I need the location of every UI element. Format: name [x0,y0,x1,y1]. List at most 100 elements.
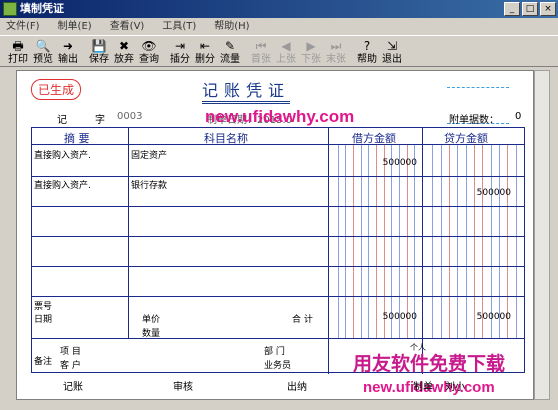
amount-ruling [457,145,459,338]
menu-tools[interactable]: 工具(T) [162,18,196,35]
toolbar-button-14[interactable]: ⇲ 退出 [380,36,404,66]
sign-audit: 审核 [173,382,193,393]
toolbar-button-11[interactable]: ▶ 下张 [299,36,323,66]
toolbar-button-1[interactable]: 🔍 预览 [31,36,55,66]
amount-ruling [368,145,370,338]
first-icon: ⏮ [255,39,267,53]
amount-ruling [360,145,362,338]
delete-line-icon: ⇤ [199,39,211,53]
toolbar-label: 预览 [33,54,53,65]
toolbar-label: 插分 [170,54,190,65]
toolbar-button-2[interactable]: ➜ 输出 [56,36,80,66]
attach-count[interactable]: 0 [515,111,521,122]
maximize-button[interactable]: □ [522,2,538,16]
binoculars-icon: 👁 [141,39,157,53]
toolbar-label: 首张 [251,54,271,65]
toolbar-label: 输出 [58,54,78,65]
toolbar-button-4[interactable]: ✖ 放弃 [112,36,136,66]
amount-ruling [399,145,400,338]
quantity-label: 数量 [142,329,161,339]
salesman-label: 业务员 [264,361,292,371]
vertical-scrollbar[interactable] [534,70,550,400]
divider [447,87,509,88]
toolbar-label: 上张 [276,54,296,65]
window-titlebar: 填制凭证 _ □ × [0,0,558,18]
amount-ruling [482,145,484,338]
toolbar-button-9[interactable]: ⏮ 首张 [249,36,273,66]
menu-file[interactable]: 文件(F) [6,18,40,35]
menu-view[interactable]: 查看(V) [110,18,145,35]
watermark: 用友软件免费下载 [353,354,506,375]
amount-ruling [376,145,377,338]
printer-icon: 🖶 [12,39,24,53]
toolbar-label: 删分 [195,54,215,65]
toolbar-button-7[interactable]: ⇤ 删分 [193,36,217,66]
voucher-document: 已生成 记账凭证 记 字 0003 制单日期：2015.0 附单据数： 0 ne… [16,70,534,400]
amount-ruling [432,145,434,338]
row2-credit[interactable]: 500000 [426,188,511,198]
amount-ruling [465,145,467,338]
row2-subject[interactable]: 银行存款 [131,178,167,191]
prev-icon: ◀ [281,39,291,53]
toolbar: 🖶 打印 🔍 预览 ➜ 输出 💾 保存 ✖ 放弃 👁 查询 ⇥ 插分 ⇤ 删分 ✎ 流量 ⏮ 首张 ◀ 上张 ▶ 下张 ⏭ 末张?… [0,35,558,67]
insert-line-icon: ⇥ [174,39,186,53]
close-button[interactable]: × [540,2,556,16]
toolbar-label: 保存 [89,54,109,65]
toolbar-button-12[interactable]: ⏭ 末张 [324,36,348,66]
discard-icon: ✖ [118,39,130,53]
row1-subject[interactable]: 固定资产 [131,148,167,161]
toolbar-label: 末张 [326,54,346,65]
header-credit: 贷方金额 [444,132,488,145]
sign-cashier: 出纳 [287,382,307,393]
flow-icon: ✎ [224,39,236,53]
menu-voucher[interactable]: 制单(E) [58,18,92,35]
toolbar-button-10[interactable]: ◀ 上张 [274,36,298,66]
generated-stamp: 已生成 [31,79,82,100]
total-debit: 500000 [382,312,417,322]
amount-ruling [345,145,347,338]
customer-label: 客 户 [60,361,81,371]
amount-ruling [353,145,354,338]
divider [32,338,524,339]
attach-label: 附单据数： [449,115,499,126]
menu-help[interactable]: 帮助(H) [214,18,249,35]
next-icon: ▶ [306,39,316,53]
preview-icon: 🔍 [35,39,51,53]
amount-ruling [414,145,416,338]
voucher-number[interactable]: 0003 [117,111,142,122]
divider [32,206,524,207]
help-icon: ? [363,39,371,53]
bill-no-label: 票号 [34,302,53,312]
toolbar-label: 查询 [139,54,159,65]
toolbar-button-6[interactable]: ⇥ 插分 [168,36,192,66]
maker-name: 刘小 [445,382,465,393]
voucher-title: 记账凭证 [202,77,291,104]
amount-ruling [440,145,442,338]
toolbar-button-13[interactable]: ? 帮助 [355,36,379,66]
toolbar-button-3[interactable]: 💾 保存 [87,36,111,66]
bill-date-label: 日期 [34,315,53,325]
divider [32,266,524,267]
row1-debit[interactable]: 500000 [332,158,417,168]
amount-ruling [383,145,385,338]
exit-icon: ⇲ [386,39,398,53]
app-icon [3,2,17,16]
project-label: 项 目 [60,347,81,357]
dept-label: 部 门 [264,347,285,357]
row1-summary[interactable]: 直接购入资产. [34,148,91,161]
toolbar-button-8[interactable]: ✎ 流量 [218,36,242,66]
toolbar-button-0[interactable]: 🖶 打印 [6,36,30,66]
total-label: 合 计 [292,315,313,325]
voucher-type[interactable]: 记 [57,111,67,126]
amount-ruling [499,145,500,338]
minimize-button[interactable]: _ [504,2,520,16]
toolbar-button-5[interactable]: 👁 查询 [137,36,161,66]
amount-ruling [507,145,509,338]
output-icon: ➜ [62,39,74,53]
row2-summary[interactable]: 直接购入资产. [34,178,91,191]
amount-ruling [449,145,450,338]
toolbar-label: 放弃 [114,54,134,65]
amount-ruling [406,145,408,338]
total-credit: 500000 [476,312,511,322]
window-title: 填制凭证 [20,2,64,15]
